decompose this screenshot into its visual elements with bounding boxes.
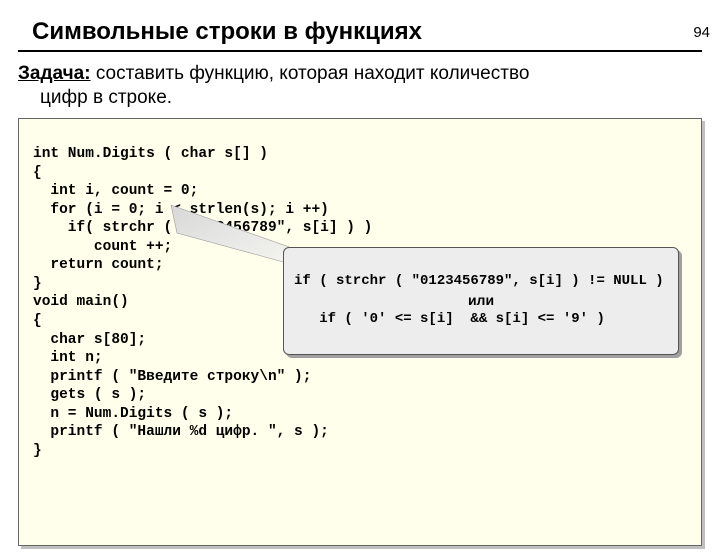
- code-line: }: [33, 443, 42, 459]
- code-line: count ++;: [33, 239, 172, 255]
- code-line: n = Num.Digits ( s );: [33, 406, 233, 422]
- callout-box: if ( strchr ( "0123456789", s[i] ) != NU…: [283, 247, 679, 355]
- code-line: {: [33, 313, 42, 329]
- code-line: int i, count = 0;: [33, 183, 198, 199]
- code-block: int Num.Digits ( char s[] ) { int i, cou…: [18, 118, 702, 546]
- task-label: Задача:: [18, 63, 91, 84]
- callout-line-1: if ( strchr ( "0123456789", s[i] ) != NU…: [294, 273, 664, 289]
- code-line: return count;: [33, 257, 164, 273]
- code-line: }: [33, 276, 42, 292]
- code-line: {: [33, 165, 42, 181]
- code-line: printf ( "Введите строку\n" );: [33, 369, 311, 385]
- code-line: int Num.Digits ( char s[] ): [33, 146, 268, 162]
- code-line: printf ( "Нашли %d цифр. ", s );: [33, 424, 329, 440]
- callout-line-2: if ( '0' <= s[i] && s[i] <= '9' ): [294, 311, 605, 327]
- code-line: for (i = 0; i < strlen(s); i ++): [33, 202, 329, 218]
- code-line: void main(): [33, 294, 129, 310]
- page-title: Символьные строки в функциях: [32, 18, 720, 46]
- code-line: char s[80];: [33, 332, 146, 348]
- code-line: int n;: [33, 350, 103, 366]
- task-description: Задача: составить функцию, которая наход…: [18, 62, 702, 110]
- task-text-1: составить функцию, которая находит колич…: [91, 63, 530, 84]
- page-number: 94: [693, 24, 710, 41]
- callout-or: или: [294, 291, 668, 310]
- title-divider: [18, 50, 702, 52]
- code-line: gets ( s );: [33, 387, 146, 403]
- code-line: if( strchr ( "0123456789", s[i] ) ): [33, 220, 372, 236]
- task-text-2: цифр в строке.: [40, 86, 702, 110]
